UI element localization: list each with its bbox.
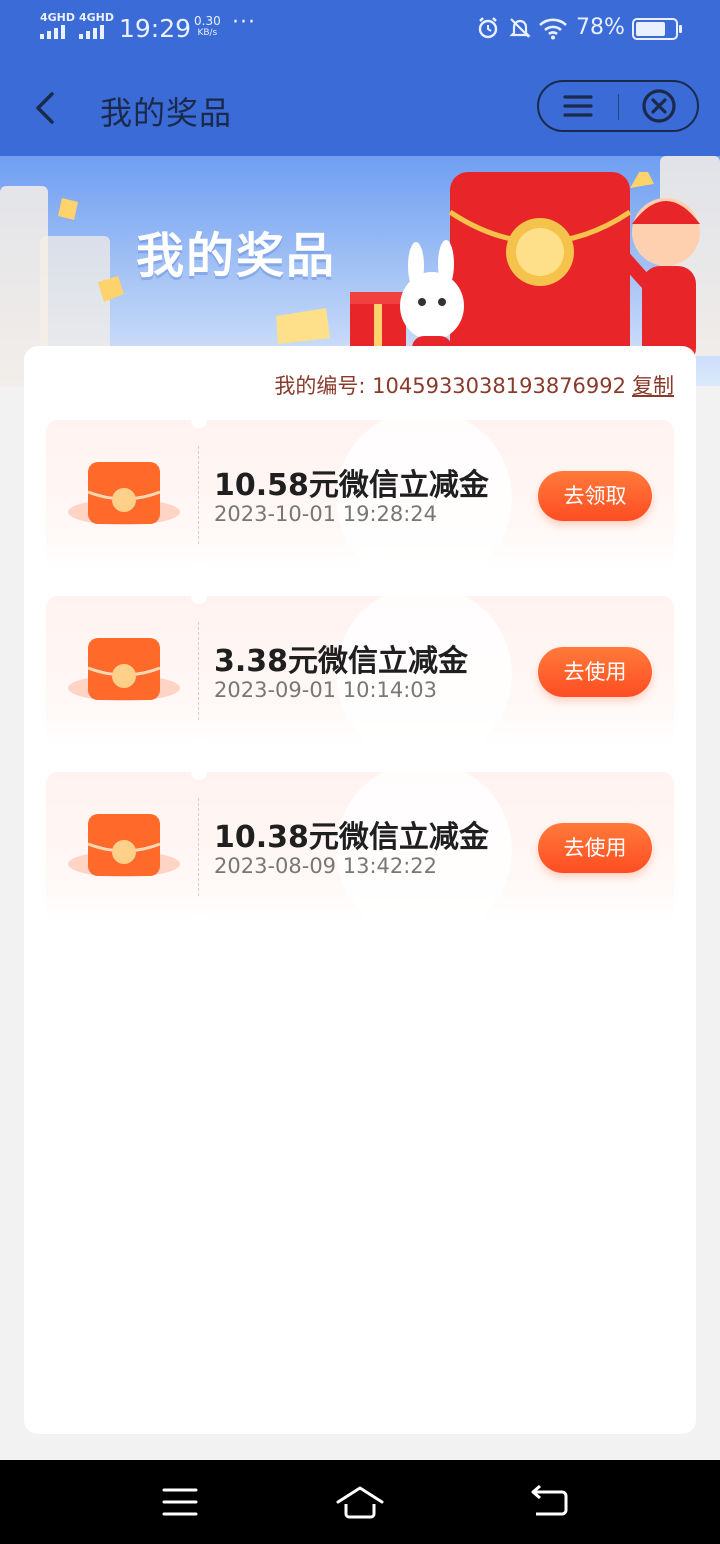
signal-bars-icon xyxy=(40,25,70,39)
close-circle-icon xyxy=(642,89,676,123)
more-status: ··· xyxy=(232,10,256,35)
gold-coin-icon xyxy=(58,198,78,220)
return-icon xyxy=(531,1484,568,1516)
prize-item: 3.38元微信立减金 2023-09-01 10:14:03 去使用 xyxy=(46,596,674,746)
copy-link[interactable]: 复制 xyxy=(632,374,674,398)
prize-card: 我的编号: 1045933038193876992 复制 10.58元微信立减金 … xyxy=(24,346,696,1434)
prize-date: 2023-08-09 13:42:22 xyxy=(214,854,438,878)
network-type-2: 4GHD xyxy=(79,11,115,24)
banner-title: 我的奖品 xyxy=(136,228,337,284)
mini-program-capsule xyxy=(537,80,699,132)
status-time: 19:29 xyxy=(119,14,192,43)
prize-item: 10.38元微信立减金 2023-08-09 13:42:22 去使用 xyxy=(46,772,674,922)
prize-name: 10.38元微信立减金 xyxy=(214,820,489,855)
menu-icon xyxy=(563,95,593,117)
claim-button[interactable]: 去领取 xyxy=(538,471,652,521)
nav-home-button[interactable] xyxy=(330,1482,390,1522)
prize-name: 3.38元微信立减金 xyxy=(214,644,469,679)
nav-back-button[interactable] xyxy=(520,1482,580,1522)
prize-item: 10.58元微信立减金 2023-10-01 19:28:24 去领取 xyxy=(46,420,674,570)
red-envelope-icon xyxy=(68,638,180,701)
page-title: 我的奖品 xyxy=(100,94,233,132)
battery-fill xyxy=(636,22,665,36)
app-header: 4GHD 4GHD 19:29 0.30 KB/s ··· 78% 我的奖品 xyxy=(0,0,720,156)
speed-unit: KB/s xyxy=(197,28,218,38)
use-button[interactable]: 去使用 xyxy=(538,823,652,873)
signal-2: 4GHD xyxy=(79,12,114,39)
battery-icon xyxy=(632,18,682,40)
wifi-icon xyxy=(539,18,567,40)
system-nav-bar xyxy=(0,1460,720,1544)
mute-bell-icon xyxy=(509,18,531,38)
gold-coin-icon xyxy=(98,276,124,302)
speed-value: 0.30 xyxy=(194,14,221,28)
red-envelope-icon xyxy=(68,814,180,877)
back-button[interactable] xyxy=(28,88,68,128)
use-button[interactable]: 去使用 xyxy=(538,647,652,697)
prize-name: 10.58元微信立减金 xyxy=(214,468,489,503)
status-bar: 4GHD 4GHD 19:29 0.30 KB/s ··· 78% xyxy=(0,0,720,56)
member-id-row: 我的编号: 1045933038193876992 复制 xyxy=(274,370,674,400)
network-speed: 0.30 KB/s xyxy=(194,15,221,39)
signal-bars-icon xyxy=(79,25,109,39)
prize-date: 2023-09-01 10:14:03 xyxy=(214,678,438,702)
member-id: 我的编号: 1045933038193876992 xyxy=(274,374,626,398)
alarm-icon xyxy=(478,17,498,39)
home-icon xyxy=(336,1486,384,1519)
gold-coin-icon xyxy=(276,308,330,344)
chevron-left-icon xyxy=(36,92,54,124)
close-button[interactable] xyxy=(619,82,699,130)
prize-date: 2023-10-01 19:28:24 xyxy=(214,502,438,526)
nav-menu-button[interactable] xyxy=(150,1482,210,1522)
battery-percent: 78% xyxy=(576,15,625,40)
red-envelope-icon xyxy=(68,462,180,525)
signal-1: 4GHD xyxy=(40,12,75,39)
network-type-1: 4GHD xyxy=(40,11,76,24)
menu-button[interactable] xyxy=(539,82,619,130)
menu-lines-icon xyxy=(162,1488,198,1516)
